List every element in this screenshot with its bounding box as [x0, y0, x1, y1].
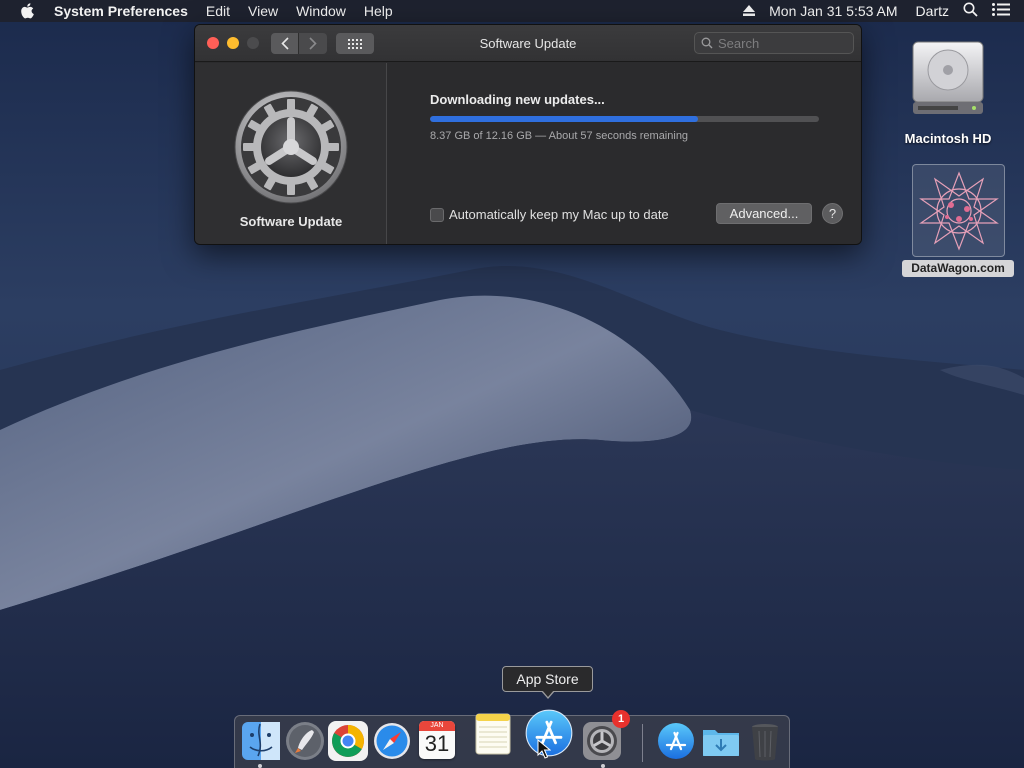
software-update-sidebar: Software Update: [195, 63, 387, 244]
calendar-day: 31: [424, 731, 450, 756]
software-update-gear-icon: [234, 90, 348, 204]
search-icon: [701, 37, 713, 49]
advanced-button[interactable]: Advanced...: [716, 203, 812, 224]
trash-icon[interactable]: [742, 718, 788, 764]
window-menu[interactable]: Window: [296, 3, 346, 19]
chevron-right-icon: [309, 37, 317, 50]
safari-icon[interactable]: [369, 718, 415, 764]
launchpad-icon[interactable]: [282, 718, 328, 764]
close-button[interactable]: [207, 37, 219, 49]
chevron-left-icon: [280, 37, 289, 50]
menu-bar: System Preferences Edit View Window Help…: [0, 0, 1024, 22]
help-menu[interactable]: Help: [364, 3, 393, 19]
system-preferences-badge: 1: [612, 710, 630, 728]
tooltip-arrow-inner: [542, 690, 554, 697]
macintosh-hd-label[interactable]: Macintosh HD: [888, 131, 1008, 146]
downloads-folder-icon[interactable]: [698, 718, 744, 764]
app-name-menu[interactable]: System Preferences: [54, 3, 188, 19]
zoom-button[interactable]: [247, 37, 259, 49]
search-field[interactable]: [694, 32, 854, 54]
back-button[interactable]: [271, 33, 299, 54]
window-titlebar[interactable]: Software Update: [195, 25, 861, 62]
navigation-buttons: [271, 33, 327, 54]
show-all-button[interactable]: [336, 33, 374, 54]
notes-icon[interactable]: [470, 710, 516, 756]
search-input[interactable]: [718, 35, 848, 51]
user-menu[interactable]: Dartz: [916, 3, 949, 19]
forward-button[interactable]: [299, 33, 327, 54]
dock-tooltip: App Store: [502, 666, 593, 692]
macintosh-hd-icon[interactable]: [910, 40, 986, 118]
chrome-icon[interactable]: [325, 718, 371, 764]
datawagon-icon[interactable]: [912, 164, 1005, 257]
system-preferences-running-indicator: [601, 764, 605, 768]
notification-center-icon[interactable]: [992, 3, 1010, 19]
mouse-cursor-icon: [537, 739, 551, 759]
auto-update-option[interactable]: Automatically keep my Mac up to date: [430, 207, 669, 222]
spotlight-icon[interactable]: [963, 2, 978, 20]
apple-menu-icon[interactable]: [20, 3, 38, 19]
auto-update-checkbox[interactable]: [430, 207, 444, 222]
datawagon-logo-icon: [918, 170, 999, 251]
view-menu[interactable]: View: [248, 3, 278, 19]
update-content-pane: Downloading new updates... 8.37 GB of 12…: [388, 63, 861, 244]
sidebar-title: Software Update: [239, 214, 343, 229]
eject-icon[interactable]: [743, 3, 756, 19]
help-button[interactable]: ?: [822, 203, 843, 224]
finder-icon[interactable]: [238, 718, 284, 764]
software-update-window: Software Update Search Software Update D…: [194, 24, 862, 245]
download-progress-bar: [430, 116, 819, 122]
minimize-button[interactable]: [227, 37, 239, 49]
app-store-2-icon[interactable]: [653, 718, 699, 764]
edit-menu[interactable]: Edit: [206, 3, 230, 19]
dock: JAN 31: [234, 709, 790, 768]
download-progress-detail: 8.37 GB of 12.16 GB — About 57 seconds r…: [430, 130, 689, 142]
datawagon-label[interactable]: DataWagon.com: [902, 260, 1014, 277]
dock-separator: [642, 724, 643, 762]
menu-clock[interactable]: Mon Jan 31 5:53 AM: [769, 3, 897, 19]
download-status-title: Downloading new updates...: [430, 92, 605, 107]
menu-bar-status-area: Mon Jan 31 5:53 AM Dartz: [743, 0, 1024, 22]
auto-update-label[interactable]: Automatically keep my Mac up to date: [449, 207, 669, 222]
download-progress-fill: [430, 116, 698, 122]
calendar-icon[interactable]: JAN 31: [414, 718, 460, 764]
finder-running-indicator: [258, 764, 262, 768]
grid-icon: [348, 38, 362, 49]
